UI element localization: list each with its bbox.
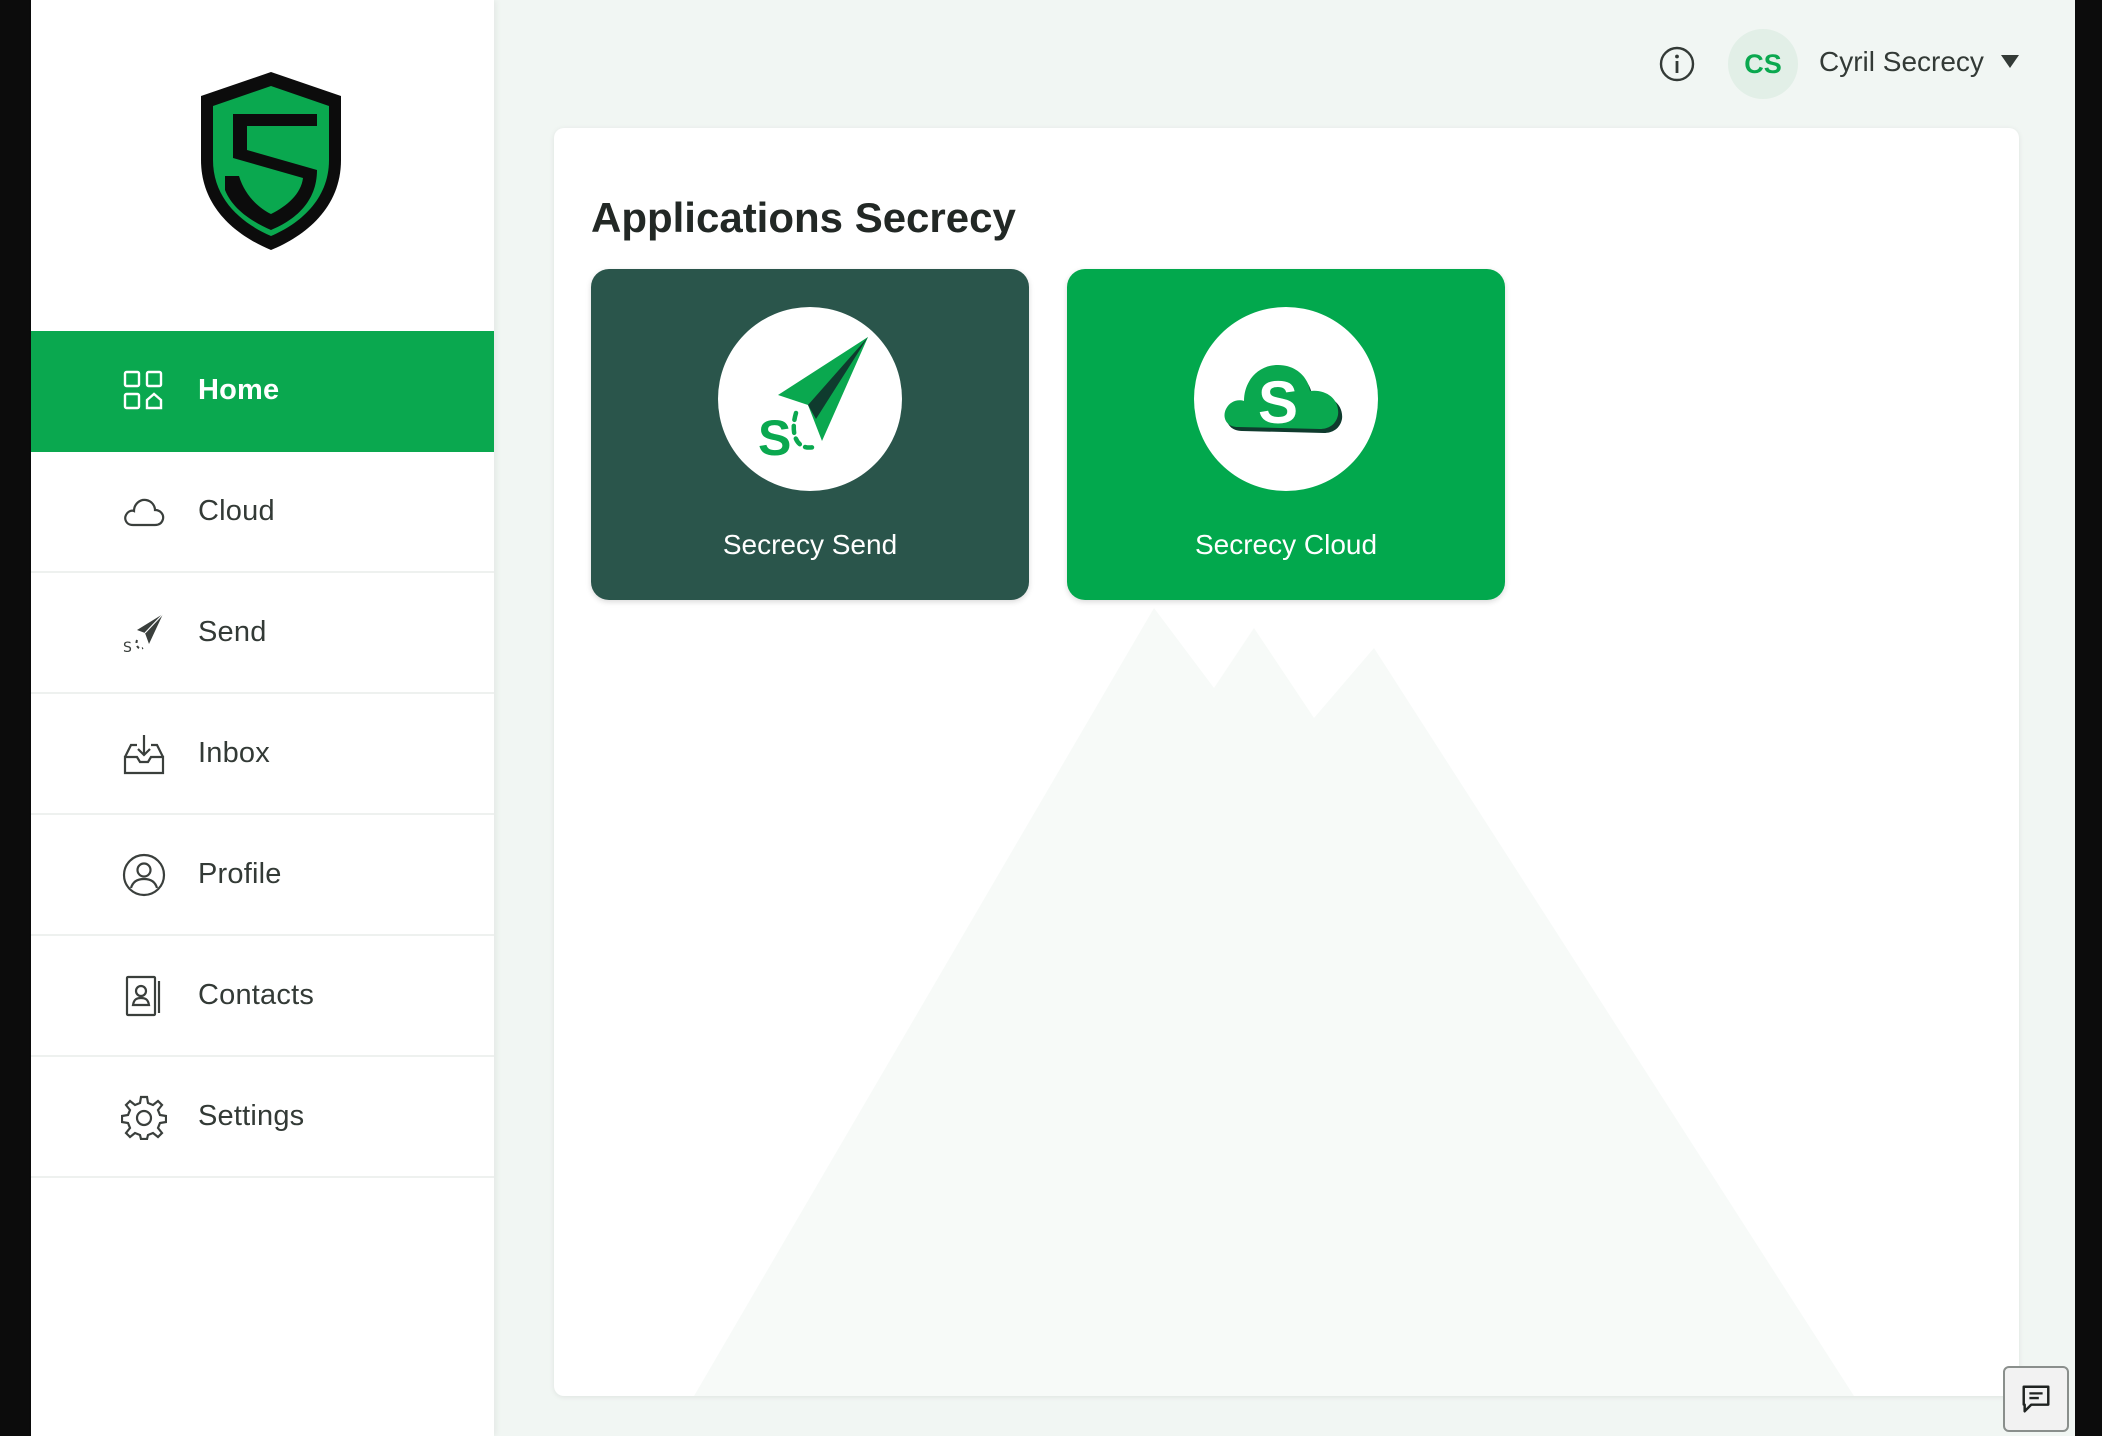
avatar[interactable]: CS: [1728, 29, 1798, 99]
home-grid-icon: [121, 368, 167, 414]
sidebar-item-label: Settings: [198, 1100, 305, 1132]
window-frame: [2075, 0, 2102, 1436]
svg-text:S: S: [758, 410, 791, 466]
sidebar-item-label: Profile: [198, 858, 282, 890]
app-card-secrecy-cloud[interactable]: S Secrecy Cloud: [1067, 269, 1505, 600]
sidebar-item-profile[interactable]: Profile: [31, 815, 494, 936]
user-name[interactable]: Cyril Secrecy: [1819, 46, 1984, 78]
sidebar-nav: Home Cloud S Send Inbox Profile Contacts…: [31, 331, 494, 1178]
sidebar-item-cloud[interactable]: Cloud: [31, 452, 494, 573]
sidebar: Home Cloud S Send Inbox Profile Contacts…: [31, 0, 494, 1436]
sidebar-item-label: Contacts: [198, 979, 315, 1011]
sidebar-item-label: Inbox: [198, 737, 270, 769]
sidebar-item-settings[interactable]: Settings: [31, 1057, 494, 1178]
chat-icon: [2022, 1385, 2050, 1413]
secrecy-logo[interactable]: [171, 64, 371, 264]
sidebar-item-label: Send: [198, 616, 267, 648]
page-title: Applications Secrecy: [591, 194, 1016, 242]
sidebar-item-home[interactable]: Home: [31, 331, 494, 452]
caret-down-icon[interactable]: [2001, 55, 2019, 68]
app-icon-circle: S: [718, 307, 902, 491]
app-icon-circle: S: [1194, 307, 1378, 491]
inbox-icon: [121, 731, 167, 777]
sidebar-item-label: Home: [198, 374, 280, 406]
paper-plane-icon: S: [758, 337, 868, 466]
info-icon[interactable]: [1657, 44, 1697, 84]
cloud-s-icon: S: [1224, 365, 1343, 436]
sidebar-item-send[interactable]: S Send: [31, 573, 494, 694]
svg-text:S: S: [1258, 369, 1298, 436]
sidebar-item-inbox[interactable]: Inbox: [31, 694, 494, 815]
chat-button[interactable]: [2003, 1366, 2069, 1432]
applications-panel: Applications Secrecy S Secrecy Send S Se…: [554, 128, 2019, 1396]
sidebar-item-label: Cloud: [198, 495, 275, 527]
contacts-book-icon: [121, 973, 167, 1019]
app-window: Home Cloud S Send Inbox Profile Contacts…: [31, 0, 2075, 1436]
gear-icon: [120, 1094, 168, 1140]
sidebar-item-contacts[interactable]: Contacts: [31, 936, 494, 1057]
cloud-icon: [121, 489, 167, 535]
paper-plane-icon: S: [121, 610, 167, 656]
app-card-secrecy-send[interactable]: S Secrecy Send: [591, 269, 1029, 600]
svg-text:S: S: [123, 640, 132, 656]
user-circle-icon: [121, 852, 167, 898]
app-card-label: Secrecy Cloud: [1194, 529, 1378, 560]
app-card-label: Secrecy Send: [722, 529, 898, 560]
